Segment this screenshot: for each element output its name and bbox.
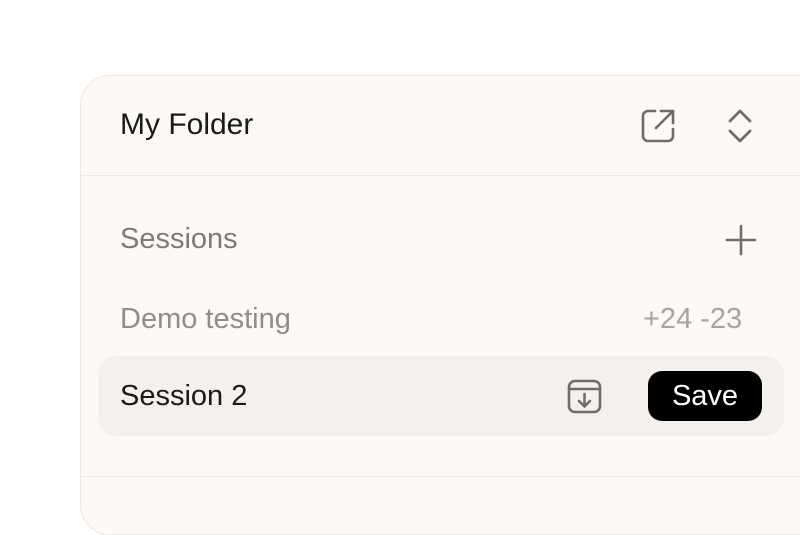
folder-header: My Folder: [81, 76, 800, 176]
sessions-section-label: Sessions: [120, 223, 238, 255]
archive-download-icon[interactable]: [566, 378, 603, 415]
session-diff-stats: +24 -23: [643, 303, 743, 335]
divider: [81, 476, 800, 477]
save-button[interactable]: Save: [648, 371, 762, 421]
chevrons-up-down-icon[interactable]: [724, 106, 756, 146]
session-item-label: Demo testing: [120, 303, 291, 335]
external-link-icon[interactable]: [639, 107, 677, 145]
session-item-session-2[interactable]: Session 2 Save: [98, 356, 784, 436]
folder-panel: My Folder Sessions Demo testing +24 -23 …: [80, 75, 800, 535]
plus-icon[interactable]: [725, 224, 757, 256]
folder-title: My Folder: [120, 108, 254, 141]
session-item-label: Session 2: [120, 380, 248, 412]
